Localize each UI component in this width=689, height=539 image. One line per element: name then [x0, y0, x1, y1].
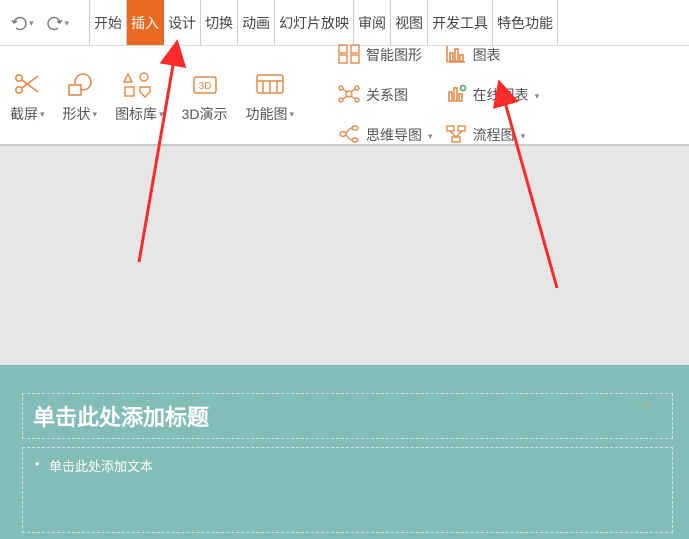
undo-button[interactable]: ▾: [6, 13, 38, 33]
cube-3d-icon: 3D: [189, 67, 221, 101]
dropdown-caret-icon: ▾: [65, 18, 70, 29]
button-online-chart[interactable]: 在线图表▾: [445, 84, 540, 107]
button-cut-screen[interactable]: 截屏▾: [6, 67, 49, 124]
bar-chart-icon: [445, 44, 467, 67]
mindmap-icon: [338, 124, 360, 147]
ribbon-insert: 截屏▾ 形状▾ 图标库▾ 3D 3D演示: [0, 46, 689, 146]
button-mindmap[interactable]: 思维导图▾: [338, 124, 433, 147]
smart-graphic-icon: [338, 44, 360, 67]
online-chart-icon: [445, 84, 467, 107]
shapes-icon: [65, 67, 95, 101]
button-flowchart[interactable]: 流程图▾: [445, 124, 540, 147]
button-function-chart[interactable]: 功能图▾: [242, 67, 299, 124]
quick-access-toolbar: ▾ ▾: [6, 13, 89, 33]
tab-design[interactable]: 设计: [164, 0, 201, 45]
button-smart-graphic[interactable]: 智能图形: [338, 44, 433, 67]
dropdown-caret-icon: ▾: [29, 18, 34, 29]
tab-start[interactable]: 开始: [89, 0, 127, 45]
flowchart-icon: [445, 124, 467, 147]
button-chart[interactable]: 图表: [445, 44, 540, 67]
function-chart-icon: [253, 67, 287, 101]
content-placeholder[interactable]: 单击此处添加文本: [22, 447, 673, 533]
slide-workspace[interactable]: ⋯ 单击此处添加标题 单击此处添加文本: [0, 146, 689, 539]
tab-transition[interactable]: 切换: [201, 0, 238, 45]
svg-text:3D: 3D: [198, 81, 211, 92]
ribbon-right-group: 智能图形 图表 关系图: [330, 38, 539, 152]
redo-button[interactable]: ▾: [42, 13, 74, 33]
slide[interactable]: ⋯ 单击此处添加标题 单击此处添加文本: [0, 365, 689, 539]
icon-library-icon: [122, 67, 156, 101]
button-shapes[interactable]: 形状▾: [59, 67, 102, 124]
button-relation[interactable]: 关系图: [338, 84, 433, 107]
tab-insert[interactable]: 插入: [127, 0, 164, 45]
title-placeholder[interactable]: 单击此处添加标题: [22, 393, 673, 439]
scissors-icon: [12, 67, 42, 101]
tab-animation[interactable]: 动画: [238, 0, 275, 45]
button-3d-presentation[interactable]: 3D 3D演示: [178, 67, 232, 124]
button-icon-library[interactable]: 图标库▾: [111, 67, 168, 124]
relation-icon: [338, 84, 360, 107]
